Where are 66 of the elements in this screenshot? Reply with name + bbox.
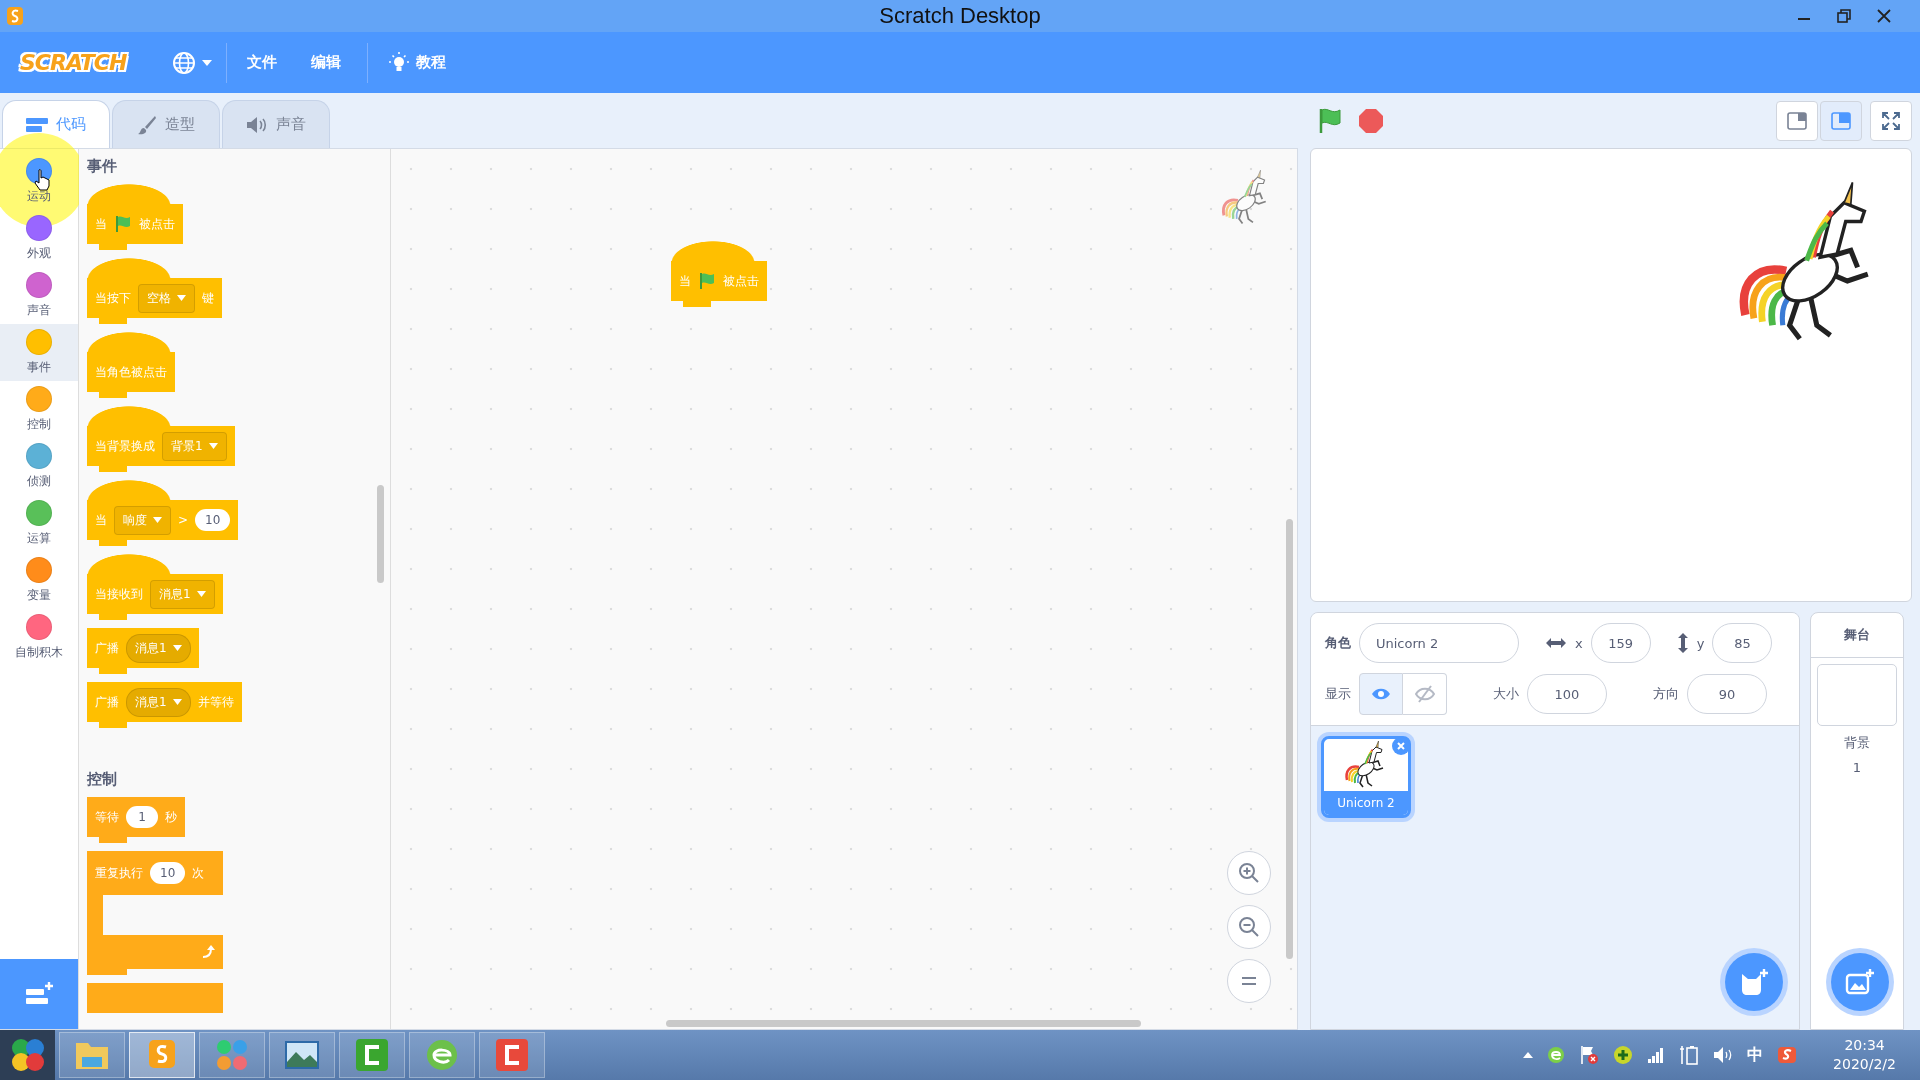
field-label: 大小 <box>1493 685 1519 703</box>
section-title: 事件 <box>87 157 118 176</box>
menu-item[interactable]: 编辑 <box>297 45 356 80</box>
number-input[interactable]: 10 <box>150 862 186 884</box>
stage-selector[interactable]: 舞台 背景 1 <box>1810 612 1904 1030</box>
block-dropdown[interactable]: 消息1 <box>126 687 191 717</box>
category-button[interactable]: 外观 <box>0 210 78 267</box>
number-input[interactable]: 1 <box>126 806 158 828</box>
code-block[interactable]: 重复执行 10 次 <box>87 851 223 975</box>
field-label: 方向 <box>1653 685 1679 703</box>
category-button[interactable]: 侦测 <box>0 438 78 495</box>
field-label: 显示 <box>1325 685 1351 703</box>
backdrops-label: 背景 <box>1844 734 1870 752</box>
block-label: 当按下 <box>95 289 131 307</box>
category-button[interactable]: 控制 <box>0 381 78 438</box>
block-label: 被点击 <box>723 272 759 290</box>
block-label: 广播 <box>95 639 119 657</box>
block-dropdown[interactable]: 消息1 <box>150 579 215 609</box>
block-label: 被点击 <box>139 215 175 233</box>
field-label: 角色 <box>1325 634 1351 652</box>
code-block[interactable]: 当接收到 消息1 <box>87 554 223 620</box>
block-label: 次 <box>192 864 205 882</box>
category-button[interactable]: 运算 <box>0 495 78 552</box>
clock-date: 2020/2/2 <box>1833 1055 1896 1074</box>
code-block[interactable]: 当 响度 > 10 <box>87 480 239 546</box>
block-label: 当 <box>95 215 107 233</box>
block-label: 当背景换成 <box>95 437 155 455</box>
block-label: 并等待 <box>197 693 234 711</box>
tutorials-button[interactable]: 教程 <box>367 42 461 83</box>
block-label: 秒 <box>165 808 177 826</box>
window-title: Scratch Desktop <box>879 3 1041 29</box>
block-label: 当 <box>679 272 691 290</box>
field-label: x <box>1575 635 1583 651</box>
block-dropdown[interactable]: 消息1 <box>126 633 191 663</box>
block-label: 当角色被点击 <box>95 363 167 381</box>
backdrop-count: 1 <box>1852 760 1862 775</box>
menu-item[interactable]: 文件 <box>233 45 292 80</box>
code-block[interactable]: 当背景换成 背景1 <box>87 406 235 472</box>
block-label: 当接收到 <box>95 585 143 603</box>
stage-title: 舞台 <box>1811 613 1903 658</box>
sprite-name: Unicorn 2 <box>1324 791 1408 815</box>
code-block[interactable]: 广播 消息1 <box>87 628 199 674</box>
block-label: 当 <box>95 511 107 529</box>
code-block[interactable]: 广播 消息1 并等待 <box>87 682 242 728</box>
tab[interactable]: 造型 <box>112 100 220 148</box>
tab[interactable]: 声音 <box>222 100 330 148</box>
code-block[interactable]: 等待 1 秒 <box>87 797 185 843</box>
block-label: 重复执行 <box>95 864 143 882</box>
field-label: y <box>1696 635 1705 651</box>
block-dropdown[interactable]: 背景1 <box>162 431 227 461</box>
block-label: 键 <box>202 289 214 307</box>
category-button[interactable]: 声音 <box>0 267 78 324</box>
clock-time: 20:34 <box>1844 1036 1885 1055</box>
block-dropdown[interactable]: 空格 <box>138 283 195 313</box>
block-dropdown[interactable]: 响度 <box>114 505 171 535</box>
section-title: 控制 <box>87 770 118 789</box>
input-method-indicator[interactable]: 中 <box>1747 1044 1764 1066</box>
block-label: 等待 <box>95 808 119 826</box>
category-button[interactable]: 自制积木 <box>0 609 78 666</box>
category-button[interactable]: 变量 <box>0 552 78 609</box>
block-label: 广播 <box>95 693 119 711</box>
code-block[interactable]: 当按下 空格 键 <box>87 258 222 324</box>
number-input[interactable]: 10 <box>195 509 231 531</box>
block-label: > <box>178 513 189 527</box>
tab[interactable]: 代码 <box>2 100 110 148</box>
category-button[interactable]: 事件 <box>0 324 78 381</box>
